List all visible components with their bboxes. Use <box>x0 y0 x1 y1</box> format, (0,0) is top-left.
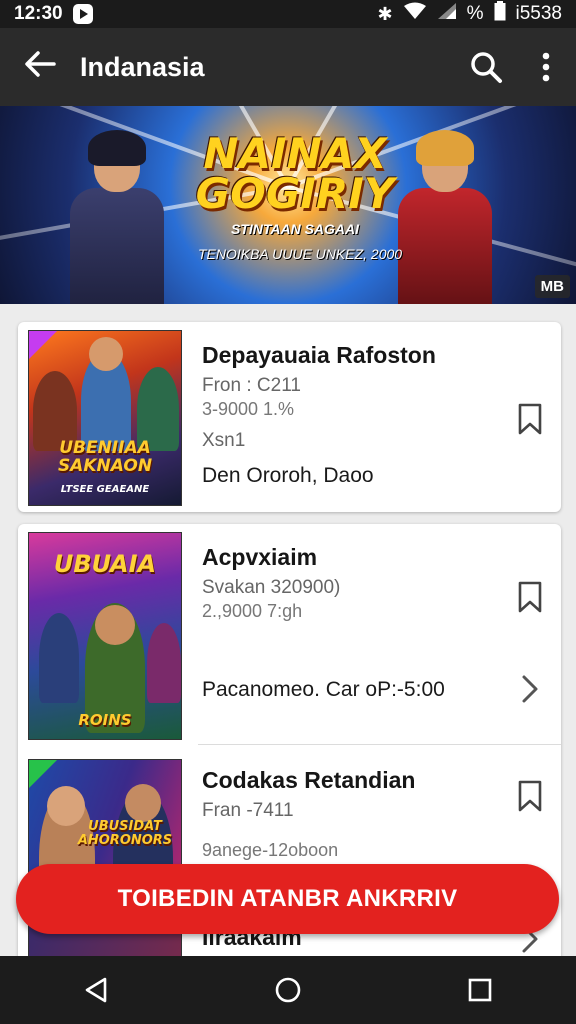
nav-recents-icon <box>468 978 492 1002</box>
back-arrow-icon <box>25 50 56 77</box>
nav-recents-button[interactable] <box>450 960 510 1020</box>
status-right-text: i5538 <box>515 3 563 24</box>
item-title: Codakas Retandian <box>202 767 416 793</box>
item-title: Acpvxiaim <box>202 544 318 570</box>
bookmark-icon <box>518 581 542 613</box>
search-icon <box>471 52 502 83</box>
item-detail: 9anege-12oboon <box>202 840 339 860</box>
bookmark-icon <box>518 780 542 812</box>
notification-app-icon <box>72 4 93 24</box>
signal-icon <box>437 2 457 26</box>
status-bar: 12:30 ✱ % i5538 <box>0 0 576 28</box>
item-detail: Fron : C211 <box>202 375 301 396</box>
item-thumbnail: UBUAIA ROINS <box>28 532 182 740</box>
expand-chevron-button[interactable] <box>521 674 539 712</box>
list-item[interactable]: UBUAIA ROINS Acpvxiaim Svakan 320900) 2.… <box>18 524 561 744</box>
promo-banner[interactable]: NAINAX GOGIRIY STINTAAN SAGAAI TENOIKBA … <box>0 106 576 304</box>
banner-hero-left <box>52 122 182 304</box>
system-nav-bar <box>0 956 576 1024</box>
banner-headline: NAINAX GOGIRIY <box>195 129 395 218</box>
nav-home-icon <box>275 977 301 1003</box>
item-detail: 3-9000 1.% <box>202 399 295 419</box>
bookmark-button[interactable] <box>517 402 543 441</box>
content-card: UBENIIAA SAKNAON LTSEE GEAEANE Depayauai… <box>18 322 561 512</box>
item-meta: Den Ororoh, Daoo <box>202 464 374 487</box>
banner-badge: MB <box>534 275 570 298</box>
search-button[interactable] <box>456 50 516 84</box>
item-thumbnail: UBENIIAA SAKNAON LTSEE GEAEANE <box>28 330 182 506</box>
primary-cta-button[interactable]: TOIBEDIN ATANBR ANKRRIV <box>16 864 559 934</box>
page-title: Indanasia <box>80 51 205 82</box>
status-time: 12:30 <box>14 3 63 24</box>
item-detail: 2.,9000 7:gh <box>202 601 303 621</box>
item-detail: Svakan 320900) <box>202 577 341 598</box>
banner-subtitle: STINTAAN SAGAAI <box>230 221 360 237</box>
status-icons: ✱ % i5538 <box>377 1 563 27</box>
banner-tagline: TENOIKBA UUUE UNKEZ, 2000 <box>197 246 403 262</box>
nav-back-icon <box>85 977 107 1003</box>
battery-percent: % <box>466 3 484 24</box>
battery-icon <box>494 1 506 27</box>
nav-home-button[interactable] <box>258 960 318 1020</box>
bookmark-button[interactable] <box>517 779 543 818</box>
item-detail: Xsn1 <box>202 430 246 451</box>
item-title: Depayauaia Rafoston <box>202 342 436 368</box>
bookmark-icon <box>518 403 542 435</box>
list-item[interactable]: UBENIIAA SAKNAON LTSEE GEAEANE Depayauai… <box>18 322 561 512</box>
item-info: Codakas Retandian Fran -7411 9anege-12ob… <box>202 767 492 861</box>
item-info: Acpvxiaim Svakan 320900) 2.,9000 7:gh Pa… <box>202 544 492 702</box>
back-button[interactable] <box>0 48 80 87</box>
nav-back-button[interactable] <box>66 960 126 1020</box>
more-vert-icon <box>542 52 550 82</box>
chevron-right-icon <box>522 675 538 703</box>
app-bar: Indanasia <box>0 28 576 106</box>
bluetooth-icon: ✱ <box>377 3 393 24</box>
item-detail: Fran -7411 <box>202 800 294 821</box>
bookmark-button[interactable] <box>517 580 543 619</box>
overflow-menu-button[interactable] <box>516 52 576 82</box>
item-meta: Pacanomeo. Car oP:-5:00 <box>202 678 445 701</box>
wifi-icon <box>403 2 427 26</box>
item-info: Depayauaia Rafoston Fron : C211 3-9000 1… <box>202 342 492 488</box>
